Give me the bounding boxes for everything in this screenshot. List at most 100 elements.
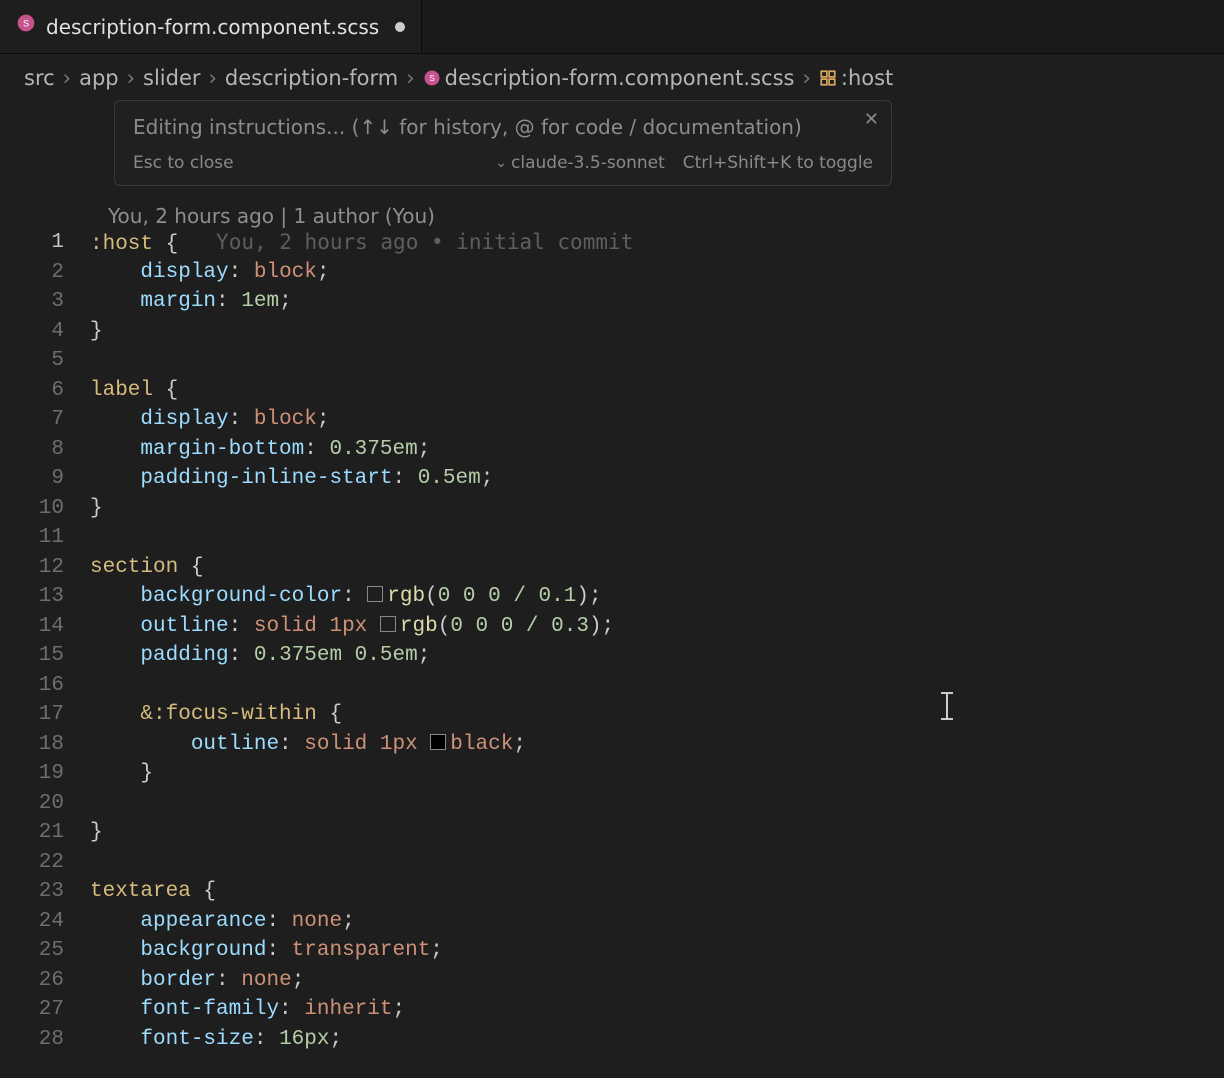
code-content[interactable]: background-color: rgb(0 0 0 / 0.1); bbox=[90, 582, 602, 612]
line-number: 7 bbox=[0, 405, 90, 435]
code-content[interactable]: font-size: 16px; bbox=[90, 1025, 342, 1055]
code-line[interactable]: 8 margin-bottom: 0.375em; bbox=[0, 435, 1224, 465]
code-line[interactable]: 10} bbox=[0, 494, 1224, 524]
code-content[interactable]: display: block; bbox=[90, 405, 329, 435]
code-content[interactable]: textarea { bbox=[90, 877, 216, 907]
code-line[interactable]: 1:host { You, 2 hours ago • initial comm… bbox=[0, 228, 1224, 258]
code-line[interactable]: 4} bbox=[0, 317, 1224, 347]
editor-tab[interactable]: S description-form.component.scss bbox=[0, 0, 422, 53]
prompt-input[interactable]: Editing instructions... (↑↓ for history,… bbox=[133, 115, 873, 139]
line-number: 27 bbox=[0, 995, 90, 1025]
code-content[interactable]: margin-bottom: 0.375em; bbox=[90, 435, 430, 465]
shortcut-hint: Ctrl+Shift+K to toggle bbox=[683, 153, 873, 173]
code-line[interactable]: 7 display: block; bbox=[0, 405, 1224, 435]
code-line[interactable]: 17 &:focus-within { bbox=[0, 700, 1224, 730]
chevron-right-icon: › bbox=[63, 66, 71, 90]
code-content[interactable]: border: none; bbox=[90, 966, 304, 996]
line-number: 18 bbox=[0, 730, 90, 760]
svg-text:S: S bbox=[429, 74, 435, 83]
close-icon[interactable]: ✕ bbox=[864, 109, 879, 130]
inline-edit-prompt[interactable]: ✕ Editing instructions... (↑↓ for histor… bbox=[114, 100, 892, 186]
code-line[interactable]: 18 outline: solid 1px black; bbox=[0, 730, 1224, 760]
code-content[interactable]: } bbox=[90, 818, 103, 848]
scss-file-icon: S bbox=[16, 13, 36, 40]
code-line[interactable]: 19 } bbox=[0, 759, 1224, 789]
breadcrumb-item[interactable]: Sdescription-form.component.scss bbox=[423, 66, 795, 90]
line-number: 3 bbox=[0, 287, 90, 317]
line-number: 1 bbox=[0, 228, 90, 258]
tab-bar: S description-form.component.scss bbox=[0, 0, 1224, 54]
code-editor[interactable]: 1:host { You, 2 hours ago • initial comm… bbox=[0, 228, 1224, 1078]
code-line[interactable]: 23textarea { bbox=[0, 877, 1224, 907]
code-line[interactable]: 16 bbox=[0, 671, 1224, 701]
line-number: 13 bbox=[0, 582, 90, 612]
code-line[interactable]: 20 bbox=[0, 789, 1224, 819]
code-content[interactable]: section { bbox=[90, 553, 203, 583]
breadcrumb: src › app › slider › description-form › … bbox=[0, 54, 1224, 100]
scrollbar[interactable] bbox=[1208, 58, 1222, 1078]
symbol-icon bbox=[819, 66, 841, 90]
breadcrumb-item[interactable]: :host bbox=[819, 66, 893, 90]
code-line[interactable]: 27 font-family: inherit; bbox=[0, 995, 1224, 1025]
line-number: 9 bbox=[0, 464, 90, 494]
code-content[interactable]: display: block; bbox=[90, 258, 329, 288]
code-content[interactable]: padding: 0.375em 0.5em; bbox=[90, 641, 430, 671]
code-line[interactable]: 24 appearance: none; bbox=[0, 907, 1224, 937]
line-number: 2 bbox=[0, 258, 90, 288]
code-content[interactable]: outline: solid 1px rgb(0 0 0 / 0.3); bbox=[90, 612, 614, 642]
line-number: 19 bbox=[0, 759, 90, 789]
code-line[interactable]: 15 padding: 0.375em 0.5em; bbox=[0, 641, 1224, 671]
code-line[interactable]: 2 display: block; bbox=[0, 258, 1224, 288]
code-line[interactable]: 3 margin: 1em; bbox=[0, 287, 1224, 317]
code-content[interactable]: } bbox=[90, 317, 103, 347]
breadcrumb-item[interactable]: description-form bbox=[225, 66, 398, 90]
line-number: 26 bbox=[0, 966, 90, 996]
color-swatch-icon[interactable] bbox=[430, 734, 446, 750]
code-content[interactable]: margin: 1em; bbox=[90, 287, 292, 317]
code-content[interactable]: background: transparent; bbox=[90, 936, 443, 966]
code-line[interactable]: 22 bbox=[0, 848, 1224, 878]
code-content[interactable]: :host { You, 2 hours ago • initial commi… bbox=[90, 228, 633, 258]
breadcrumb-item[interactable]: app bbox=[79, 66, 119, 90]
tab-filename: description-form.component.scss bbox=[46, 15, 379, 39]
code-line[interactable]: 11 bbox=[0, 523, 1224, 553]
model-selector[interactable]: ⌄ claude-3.5-sonnet bbox=[495, 153, 664, 173]
code-line[interactable]: 14 outline: solid 1px rgb(0 0 0 / 0.3); bbox=[0, 612, 1224, 642]
chevron-right-icon: › bbox=[127, 66, 135, 90]
line-number: 11 bbox=[0, 523, 90, 553]
code-line[interactable]: 6label { bbox=[0, 376, 1224, 406]
code-line[interactable]: 5 bbox=[0, 346, 1224, 376]
line-number: 14 bbox=[0, 612, 90, 642]
line-number: 28 bbox=[0, 1025, 90, 1055]
code-line[interactable]: 21} bbox=[0, 818, 1224, 848]
code-line[interactable]: 28 font-size: 16px; bbox=[0, 1025, 1224, 1055]
line-number: 8 bbox=[0, 435, 90, 465]
code-content[interactable]: label { bbox=[90, 376, 178, 406]
code-content[interactable]: } bbox=[90, 494, 103, 524]
code-content[interactable]: font-family: inherit; bbox=[90, 995, 405, 1025]
code-content[interactable]: outline: solid 1px black; bbox=[90, 730, 526, 760]
chevron-right-icon: › bbox=[802, 66, 810, 90]
code-line[interactable]: 9 padding-inline-start: 0.5em; bbox=[0, 464, 1224, 494]
code-content[interactable]: } bbox=[90, 759, 153, 789]
chevron-right-icon: › bbox=[209, 66, 217, 90]
code-line[interactable]: 26 border: none; bbox=[0, 966, 1224, 996]
code-content[interactable]: &:focus-within { bbox=[90, 700, 342, 730]
code-line[interactable]: 12section { bbox=[0, 553, 1224, 583]
color-swatch-icon[interactable] bbox=[367, 586, 383, 602]
line-number: 24 bbox=[0, 907, 90, 937]
git-blame-header: You, 2 hours ago | 1 author (You) bbox=[108, 204, 435, 228]
line-number: 17 bbox=[0, 700, 90, 730]
line-number: 10 bbox=[0, 494, 90, 524]
code-line[interactable]: 25 background: transparent; bbox=[0, 936, 1224, 966]
color-swatch-icon[interactable] bbox=[380, 616, 396, 632]
code-content[interactable]: padding-inline-start: 0.5em; bbox=[90, 464, 493, 494]
line-number: 23 bbox=[0, 877, 90, 907]
code-line[interactable]: 13 background-color: rgb(0 0 0 / 0.1); bbox=[0, 582, 1224, 612]
code-content[interactable]: appearance: none; bbox=[90, 907, 355, 937]
inline-git-blame: You, 2 hours ago • initial commit bbox=[216, 230, 633, 254]
breadcrumb-item[interactable]: src bbox=[24, 66, 55, 90]
breadcrumb-item[interactable]: slider bbox=[143, 66, 201, 90]
line-number: 4 bbox=[0, 317, 90, 347]
line-number: 22 bbox=[0, 848, 90, 878]
